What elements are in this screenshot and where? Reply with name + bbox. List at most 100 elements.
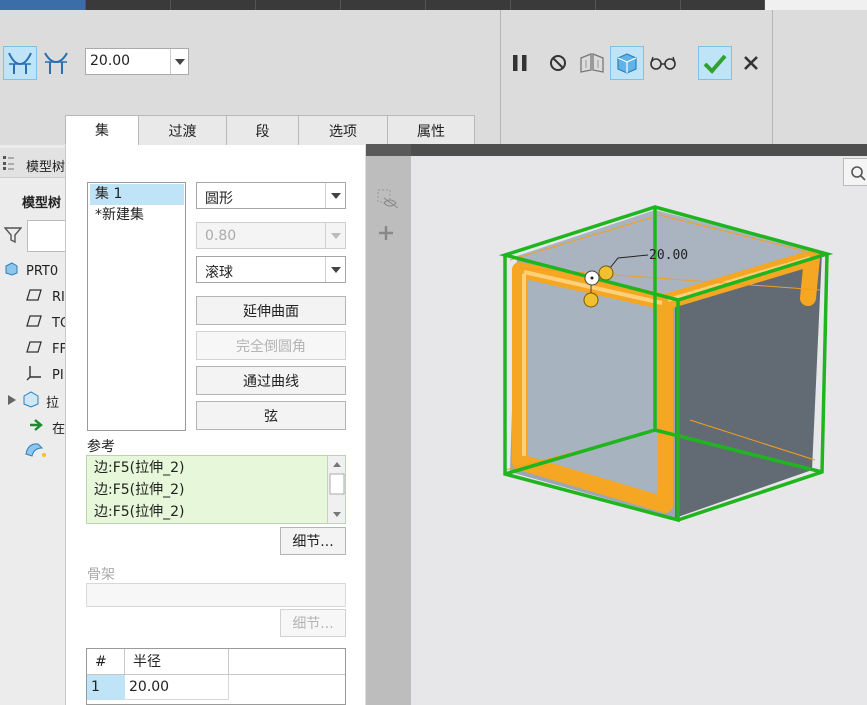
round-constant-button[interactable] xyxy=(3,46,37,80)
no-preview-button[interactable] xyxy=(541,46,575,80)
references-list[interactable]: 边:F5(拉伸_2) 边:F5(拉伸_2) 边:F5(拉伸_2) xyxy=(86,455,346,524)
separate-preview-button[interactable] xyxy=(575,46,609,80)
part-icon xyxy=(4,262,18,280)
tab-label: 段 xyxy=(255,123,270,140)
glasses-icon xyxy=(650,55,676,71)
tree-item-round[interactable] xyxy=(0,440,48,462)
splitter-header xyxy=(366,144,411,156)
tab-label: 属性 xyxy=(417,123,445,140)
tree-item-extrude[interactable]: 拉 xyxy=(0,390,59,412)
reference-item[interactable]: 边:F5(拉伸_2) xyxy=(94,457,185,479)
new-set-item[interactable]: *新建集 xyxy=(90,205,184,226)
top-tab[interactable] xyxy=(256,0,341,10)
references-scrollbar[interactable] xyxy=(327,456,345,523)
dimension-label[interactable]: 20.00 xyxy=(649,248,688,263)
chevron-down-icon[interactable] xyxy=(170,49,188,74)
add-button[interactable] xyxy=(375,224,397,246)
chordal-button[interactable]: 弦 xyxy=(196,401,346,430)
tree-item-label: 拉 xyxy=(46,395,60,411)
top-tab[interactable] xyxy=(681,0,765,10)
pause-icon xyxy=(512,54,528,72)
tree-search-input[interactable] xyxy=(27,220,70,252)
through-curve-button[interactable]: 通过曲线 xyxy=(196,366,346,395)
close-icon xyxy=(743,55,759,71)
tab-properties[interactable]: 属性 xyxy=(387,115,475,145)
glasses-button[interactable] xyxy=(646,46,680,80)
conic-param-value: 0.80 xyxy=(205,228,237,244)
tab-label: 选项 xyxy=(329,123,357,140)
top-tab[interactable] xyxy=(341,0,426,10)
drag-handle-yellow xyxy=(598,265,614,281)
skeleton-label: 骨架 xyxy=(87,567,115,583)
no-preview-icon xyxy=(549,54,567,72)
tree-item-label: 在 xyxy=(52,421,66,437)
set-item[interactable]: 集 1 xyxy=(90,184,184,205)
datum-plane-icon xyxy=(26,289,42,305)
separate-preview-icon xyxy=(579,52,605,74)
tree-item-plane[interactable]: TO xyxy=(0,312,70,334)
round-variable-icon xyxy=(42,50,70,76)
top-strip-right xyxy=(765,0,867,10)
radius-value-combo[interactable]: 20.00 xyxy=(85,48,189,75)
cube-model[interactable] xyxy=(411,144,867,705)
chevron-down-icon[interactable] xyxy=(325,257,345,282)
tab-transitions[interactable]: 过渡 xyxy=(138,115,227,145)
tree-item-part[interactable]: PRT0 xyxy=(0,260,58,282)
reference-item[interactable]: 边:F5(拉伸_2) xyxy=(94,479,185,501)
tab-sets[interactable]: 集 xyxy=(65,115,139,145)
round-feature-icon xyxy=(24,440,46,462)
filter-icon[interactable] xyxy=(0,218,26,252)
datum-plane-icon xyxy=(26,341,42,357)
tree-item-plane[interactable]: RI xyxy=(0,286,65,308)
cancel-button[interactable] xyxy=(734,46,768,80)
top-menu-strip xyxy=(0,0,867,10)
top-tab-active[interactable] xyxy=(0,0,86,10)
extend-surfaces-button[interactable]: 延伸曲面 xyxy=(196,296,346,325)
chevron-down-icon xyxy=(325,223,345,248)
pause-button[interactable] xyxy=(503,46,537,80)
radius-cell[interactable]: 20.00 xyxy=(125,675,229,700)
tree-item-plane[interactable]: FF xyxy=(0,338,67,360)
reference-item[interactable]: 边:F5(拉伸_2) xyxy=(94,501,185,523)
tab-label: 集 xyxy=(95,123,109,139)
method-value: 滚球 xyxy=(205,265,233,281)
method-select[interactable]: 滚球 xyxy=(196,256,346,283)
top-tab[interactable] xyxy=(596,0,681,10)
tree-header: 模型树 xyxy=(0,148,70,178)
radius-table[interactable]: # 半径 1 20.00 xyxy=(86,648,346,705)
verify-button[interactable] xyxy=(610,46,644,80)
tree-item-insert-here[interactable]: 在 xyxy=(0,416,65,438)
ribbon-divider xyxy=(500,10,501,144)
row-num[interactable]: 1 xyxy=(87,675,125,700)
tab-options[interactable]: 选项 xyxy=(298,115,388,145)
set-list[interactable]: 集 1 *新建集 xyxy=(87,182,186,431)
ribbon-divider xyxy=(772,10,773,144)
column-header-radius: 半径 xyxy=(125,649,229,675)
expand-arrow-icon[interactable] xyxy=(8,394,16,409)
references-label: 参考 xyxy=(87,439,115,455)
verify-icon xyxy=(615,52,639,74)
top-tab[interactable] xyxy=(426,0,511,10)
tree-item-csys[interactable]: PI xyxy=(0,364,64,386)
radius-value-text[interactable]: 20.00 xyxy=(90,53,130,69)
top-tab[interactable] xyxy=(511,0,596,10)
top-tab[interactable] xyxy=(86,0,171,10)
chevron-down-icon[interactable] xyxy=(325,183,345,208)
ok-button[interactable] xyxy=(698,46,732,80)
skeleton-field xyxy=(86,583,346,607)
reference-details-button[interactable]: 细节... xyxy=(280,527,346,555)
tree-subtitle: 模型树 xyxy=(22,196,62,211)
tab-bar: 集 过渡 段 选项 属性 xyxy=(65,115,475,145)
hide-show-button[interactable] xyxy=(372,187,404,215)
tree-dots-icon xyxy=(2,155,16,175)
top-tab[interactable] xyxy=(171,0,256,10)
tab-pieces[interactable]: 段 xyxy=(226,115,299,145)
extrude-icon xyxy=(22,390,40,412)
tree-item-label: PRT0 xyxy=(26,263,59,279)
cross-section-select[interactable]: 圆形 xyxy=(196,182,346,209)
drag-handle-yellow xyxy=(583,292,599,308)
round-variable-button[interactable] xyxy=(39,46,73,80)
tree-item-label: RI xyxy=(52,289,65,305)
visibility-icon xyxy=(376,188,400,214)
coordinate-system-icon xyxy=(26,365,42,385)
